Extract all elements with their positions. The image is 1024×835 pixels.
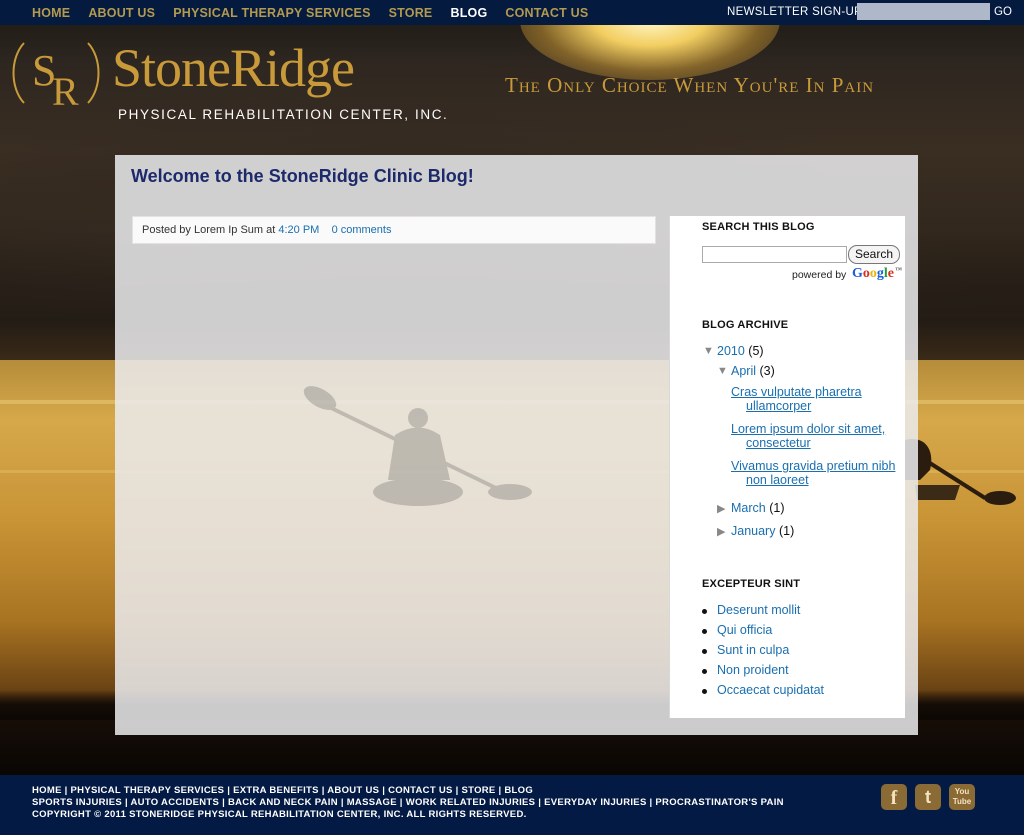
expanded-triangle-icon[interactable]: ▼ bbox=[703, 345, 717, 357]
nav-about-us[interactable]: ABOUT US bbox=[88, 6, 155, 20]
list-item[interactable]: Non proident bbox=[702, 663, 789, 677]
list-item[interactable]: Occaecat cupidatat bbox=[701, 683, 824, 697]
list-item[interactable]: Qui officia bbox=[701, 623, 772, 637]
footer-nav-links[interactable]: HOME | PHYSICAL THERAPY SERVICES | EXTRA… bbox=[32, 785, 533, 796]
archive-month-count: (3) bbox=[759, 364, 775, 378]
logo-word-ridge: Ridge bbox=[230, 38, 355, 98]
list-item-link[interactable]: Qui officia bbox=[717, 623, 772, 637]
logo-wordmark[interactable]: StoneRidge bbox=[112, 38, 355, 98]
google-letter: e bbox=[887, 266, 894, 281]
archive-month-january[interactable]: ▶ January (1) bbox=[717, 524, 794, 538]
archive-month-count: (1) bbox=[769, 501, 785, 515]
archive-post-link[interactable]: Cras vulputate pharetra ullamcorper bbox=[731, 385, 911, 413]
nav-blog[interactable]: BLOG bbox=[450, 6, 487, 20]
google-letter: G bbox=[852, 266, 863, 281]
logo-subtitle: PHYSICAL REHABILITATION CENTER, INC. bbox=[118, 107, 449, 122]
archive-month-link[interactable]: March bbox=[731, 501, 766, 515]
newsletter-email-input[interactable] bbox=[857, 3, 990, 20]
list-item[interactable]: Sunt in culpa bbox=[701, 643, 789, 657]
top-nav-bar: HOME ABOUT US PHYSICAL THERAPY SERVICES … bbox=[0, 0, 1024, 25]
archive-heading: BLOG ARCHIVE bbox=[702, 319, 789, 331]
list-item-link[interactable]: Deserunt mollit bbox=[717, 603, 800, 617]
list-item-link[interactable]: Sunt in culpa bbox=[717, 643, 789, 657]
svg-text:R: R bbox=[52, 69, 79, 111]
collapsed-triangle-icon[interactable]: ▶ bbox=[717, 525, 731, 538]
archive-post-link[interactable]: Lorem ipsum dolor sit amet, consectetur bbox=[731, 422, 911, 450]
google-letter: o bbox=[869, 266, 877, 281]
archive-month-april[interactable]: ▼ April (3) bbox=[717, 364, 775, 378]
newsletter-go-button[interactable]: GO bbox=[994, 6, 1012, 18]
google-letter: o bbox=[862, 266, 870, 281]
post-meta-bar: Posted by Lorem Ip Sum at 4:20 PM 0 comm… bbox=[132, 216, 656, 244]
logo-icon: S R bbox=[12, 42, 100, 114]
powered-by-text: powered by bbox=[792, 269, 847, 281]
archive-month-march[interactable]: ▶ March (1) bbox=[717, 501, 785, 515]
footer-service-links[interactable]: SPORTS INJURIES | AUTO ACCIDENTS | BACK … bbox=[32, 797, 784, 808]
google-logo: Google™ bbox=[852, 266, 902, 282]
expanded-triangle-icon[interactable]: ▼ bbox=[717, 365, 731, 377]
nav-store[interactable]: STORE bbox=[389, 6, 433, 20]
blog-search-input[interactable] bbox=[702, 246, 847, 263]
google-letter: g bbox=[876, 266, 884, 281]
archive-month-link[interactable]: January bbox=[731, 524, 775, 538]
archive-year-link[interactable]: 2010 bbox=[717, 344, 745, 358]
post-title[interactable]: Welcome to the StoneRidge Clinic Blog! bbox=[131, 166, 474, 187]
list-heading: EXCEPTEUR SINT bbox=[702, 578, 801, 590]
archive-year-2010[interactable]: ▼ 2010 (5) bbox=[703, 344, 764, 358]
logo-mark[interactable]: S R bbox=[10, 33, 102, 114]
tagline: The Only Choice When You're In Pain bbox=[505, 73, 875, 97]
nav-physical-therapy-services[interactable]: PHYSICAL THERAPY SERVICES bbox=[173, 6, 370, 20]
facebook-icon[interactable]: f bbox=[881, 784, 907, 810]
archive-month-link[interactable]: April bbox=[731, 364, 756, 378]
newsletter-label: NEWSLETTER SIGN-UP bbox=[727, 6, 863, 18]
list-item[interactable]: Deserunt mollit bbox=[701, 603, 800, 617]
main-nav: HOME ABOUT US PHYSICAL THERAPY SERVICES … bbox=[32, 6, 588, 20]
archive-year-count: (5) bbox=[748, 344, 764, 358]
collapsed-triangle-icon[interactable]: ▶ bbox=[717, 502, 731, 515]
kayaker-image bbox=[303, 386, 532, 506]
archive-post-link[interactable]: Vivamus gravida pretium nibh non laoreet bbox=[731, 459, 911, 487]
list-item-link[interactable]: Non proident bbox=[717, 663, 789, 677]
logo-word-stone: Stone bbox=[112, 38, 231, 98]
blog-search-button[interactable]: Search bbox=[848, 245, 900, 264]
post-time-link[interactable]: 4:20 PM bbox=[278, 224, 319, 236]
trademark-icon: ™ bbox=[895, 266, 902, 274]
kayaker-silhouette bbox=[905, 439, 1016, 505]
list-item-link[interactable]: Occaecat cupidatat bbox=[717, 683, 824, 697]
archive-month-count: (1) bbox=[778, 524, 795, 538]
nav-home[interactable]: HOME bbox=[32, 6, 70, 20]
footer-copyright: COPYRIGHT © 2011 STONERIDGE PHYSICAL REH… bbox=[32, 809, 527, 820]
nav-contact-us[interactable]: CONTACT US bbox=[505, 6, 588, 20]
posted-by-text: Posted by Lorem Ip Sum at bbox=[142, 224, 276, 236]
post-comments-link[interactable]: 0 comments bbox=[332, 224, 392, 236]
twitter-icon[interactable]: t bbox=[915, 784, 941, 810]
search-heading: SEARCH THIS BLOG bbox=[702, 221, 815, 233]
youtube-icon[interactable]: You Tube bbox=[949, 784, 975, 810]
